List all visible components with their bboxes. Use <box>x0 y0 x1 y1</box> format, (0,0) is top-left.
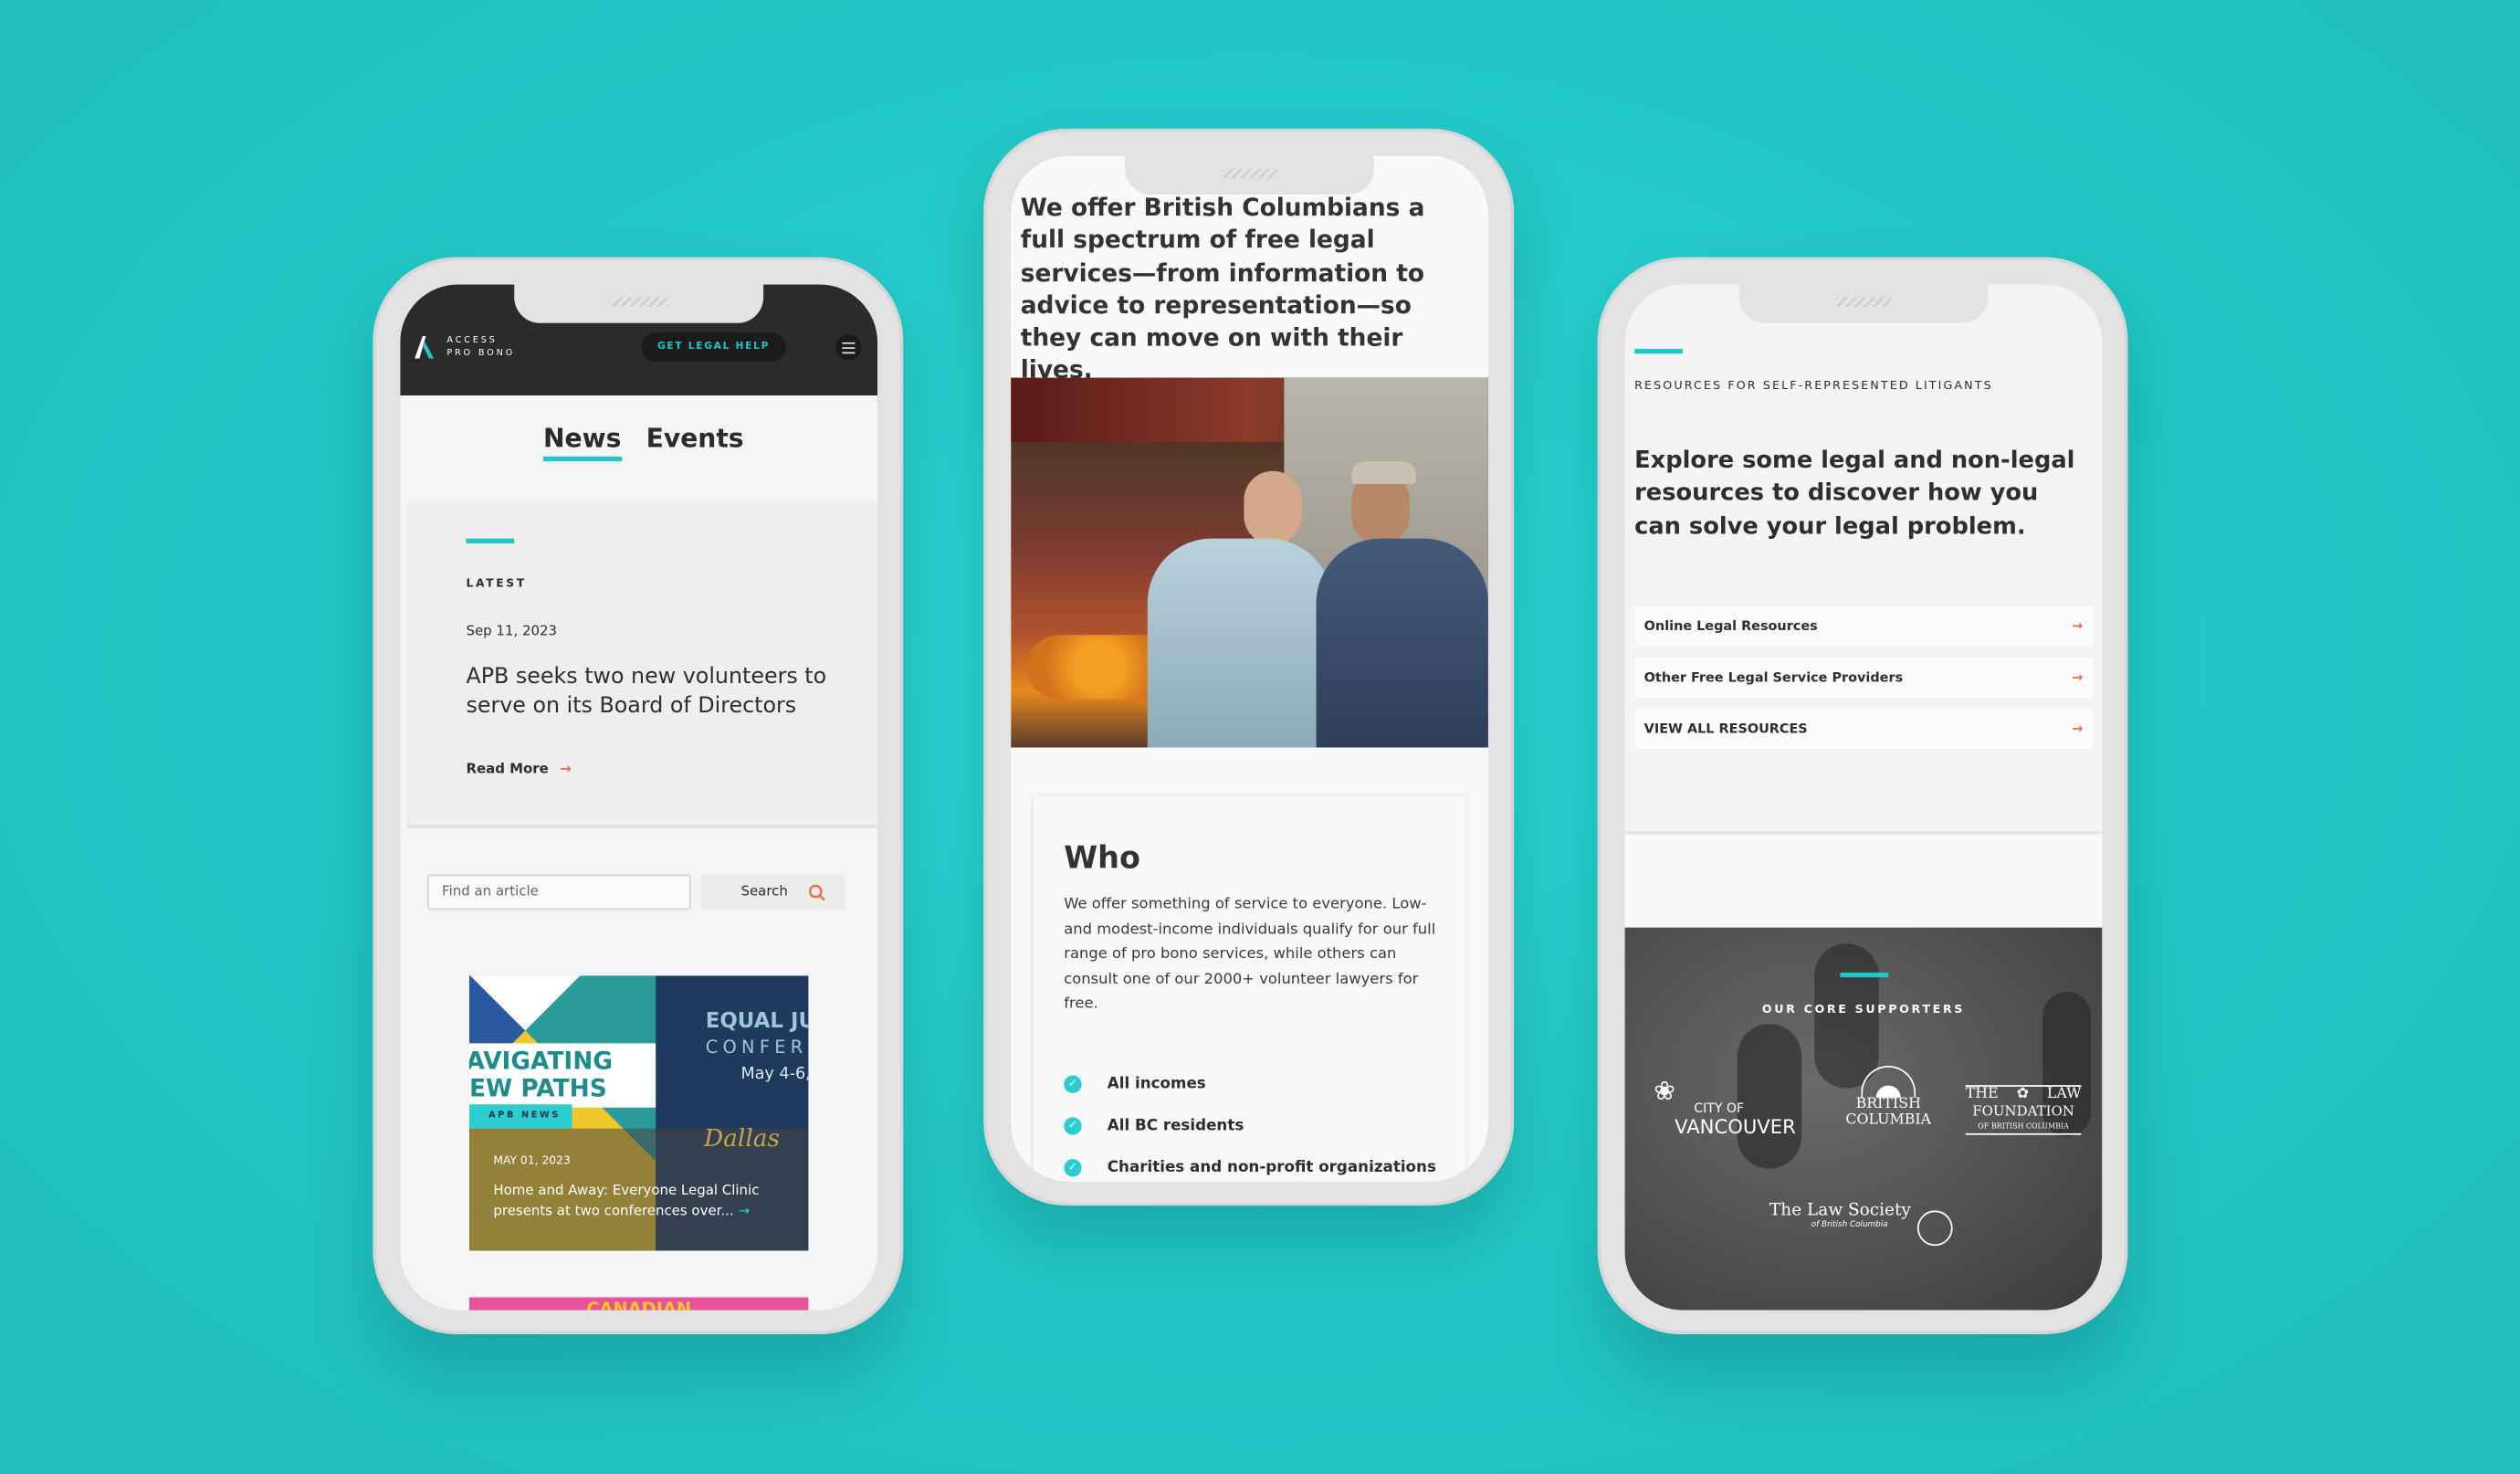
article-date: MAY 01, 2023 <box>493 1153 571 1167</box>
arrow-right-icon: → <box>560 762 572 778</box>
resources-kicker: RESOURCES FOR SELF-REPRESENTED LITIGANTS <box>1634 377 1993 393</box>
british-columbia-logo: BRITISH COLUMBIA <box>1843 1066 1934 1129</box>
who-heading: Who <box>1064 840 1140 877</box>
next-article-card[interactable]: CANADIAN <box>468 1297 809 1311</box>
check-icon: ✓ <box>1064 1158 1082 1176</box>
list-item-label: All BC residents <box>1107 1116 1244 1134</box>
search-input[interactable]: Find an article <box>427 874 691 911</box>
lotus-icon: ❀ <box>1654 1075 1675 1107</box>
who-body: We offer something of service to everyon… <box>1064 895 1436 1014</box>
search-button[interactable]: Search <box>700 874 845 911</box>
link-label: Other Free Legal Service Providers <box>1643 669 1904 685</box>
logo-line1: ACCESS <box>446 335 498 346</box>
arrow-right-icon: → <box>2072 616 2084 634</box>
article-image-text: AVIGATING <box>468 1046 614 1076</box>
search-label: Search <box>740 884 788 900</box>
logo-text: COLUMBIA <box>1845 1112 1932 1129</box>
seniors-photo <box>1011 377 1488 748</box>
latest-card: LATEST Sep 11, 2023 APB seeks two new vo… <box>406 502 878 828</box>
logo-text: FOUNDATION <box>1972 1104 2074 1121</box>
article-tag: APB NEWS <box>468 1104 572 1129</box>
flower-icon: ✿ <box>2016 1086 2029 1103</box>
link-label: VIEW ALL RESOURCES <box>1643 720 1808 737</box>
article-title-text: Home and Away: Everyone Legal Clinic pre… <box>493 1183 760 1220</box>
accent-line <box>1840 972 1889 978</box>
article-image-text: May 4-6, <box>740 1066 809 1084</box>
logo-text: LAW <box>2046 1086 2082 1103</box>
read-more-label: Read More <box>466 762 549 778</box>
arrow-right-icon: → <box>2072 669 2084 685</box>
crest-icon <box>1916 1210 1953 1247</box>
resources-screen: RESOURCES FOR SELF-REPRESENTED LITIGANTS… <box>1624 284 2103 1311</box>
article-image-text: EW PATHS <box>468 1073 607 1103</box>
view-all-resources-link[interactable]: VIEW ALL RESOURCES → <box>1634 709 2093 750</box>
phone-notch <box>514 284 764 323</box>
sunrise-icon <box>1861 1066 1916 1099</box>
logo-text: OF BRITISH COLUMBIA <box>1978 1123 2069 1132</box>
article-image-text: EQUAL JU <box>705 1009 809 1034</box>
accent-line <box>1634 348 1683 354</box>
latest-title[interactable]: APB seeks two new volunteers to serve on… <box>466 662 844 720</box>
list-item-label: All incomes <box>1107 1074 1206 1093</box>
read-more-link[interactable]: Read More → <box>466 762 571 778</box>
hamburger-icon[interactable] <box>835 334 862 361</box>
logo-mark-icon <box>415 335 435 359</box>
supporters-section: OUR CORE SUPPORTERS ❀ CITY OF VANCOUVER … <box>1624 927 2103 1311</box>
latest-kicker: LATEST <box>466 576 527 590</box>
who-card: Who We offer something of service to eve… <box>1033 795 1466 1182</box>
resource-link-providers[interactable]: Other Free Legal Service Providers → <box>1634 657 2093 698</box>
article-title: Home and Away: Everyone Legal Clinic pre… <box>493 1182 782 1224</box>
check-icon: ✓ <box>1064 1074 1082 1093</box>
news-screen: ACCESS PRO BONO GET LEGAL HELP News Even… <box>400 284 878 1311</box>
link-label: Online Legal Resources <box>1643 616 1818 634</box>
logo-text: BRITISH <box>1855 1096 1921 1113</box>
phone-news: ACCESS PRO BONO GET LEGAL HELP News Even… <box>373 257 904 1334</box>
phone-about: We offer British Columbians a full spect… <box>983 128 1515 1206</box>
intro-text: We offer British Columbians a full spect… <box>1020 193 1425 385</box>
section-divider <box>1624 831 2103 928</box>
law-society-logo: The Law Society of British Columbia <box>1769 1201 1962 1247</box>
phone-notch <box>1125 155 1374 195</box>
list-item: ✓ All incomes <box>1064 1062 1436 1104</box>
check-icon: ✓ <box>1064 1116 1082 1134</box>
phone-notch <box>1738 284 1989 323</box>
article-card[interactable]: AVIGATING EW PATHS EQUAL JU CONFER May 4… <box>468 975 809 1251</box>
arrow-right-icon: → <box>733 1204 750 1220</box>
logo[interactable]: ACCESS PRO BONO <box>415 334 515 360</box>
list-item-label: Charities and non-profit organizations <box>1107 1158 1436 1176</box>
tab-events[interactable]: Events <box>646 423 744 453</box>
arrow-right-icon: → <box>2072 720 2084 737</box>
logo-text: VANCOUVER <box>1675 1115 1796 1139</box>
get-legal-help-button[interactable]: GET LEGAL HELP <box>641 332 786 363</box>
accent-line <box>466 538 515 543</box>
logo-text: CITY OF <box>1694 1100 1745 1116</box>
article-image-text: Dallas <box>703 1123 781 1153</box>
logo-text: THE <box>1965 1086 1999 1103</box>
article-image-text: CONFER <box>705 1037 808 1058</box>
latest-date: Sep 11, 2023 <box>466 623 558 640</box>
logo-line2: PRO BONO <box>446 348 516 359</box>
list-item: ✓ All BC residents <box>1064 1104 1436 1146</box>
resources-heading: Explore some legal and non-legal resourc… <box>1634 447 2075 540</box>
about-screen: We offer British Columbians a full spect… <box>1011 155 1488 1182</box>
next-article-text: CANADIAN <box>586 1299 692 1311</box>
search-icon <box>808 884 825 901</box>
phone-resources: RESOURCES FOR SELF-REPRESENTED LITIGANTS… <box>1597 257 2128 1334</box>
supporters-heading: OUR CORE SUPPORTERS <box>1761 1001 1966 1016</box>
resource-link-online[interactable]: Online Legal Resources → <box>1634 605 2093 647</box>
list-item: ✓ Charities and non-profit organizations <box>1064 1146 1436 1182</box>
tab-news[interactable]: News <box>542 423 622 462</box>
law-foundation-logo: THE ✿ LAW FOUNDATION OF BRITISH COLUMBIA <box>1965 1085 2082 1135</box>
who-list: ✓ All incomes ✓ All BC residents ✓ Charitie… <box>1064 1062 1436 1181</box>
